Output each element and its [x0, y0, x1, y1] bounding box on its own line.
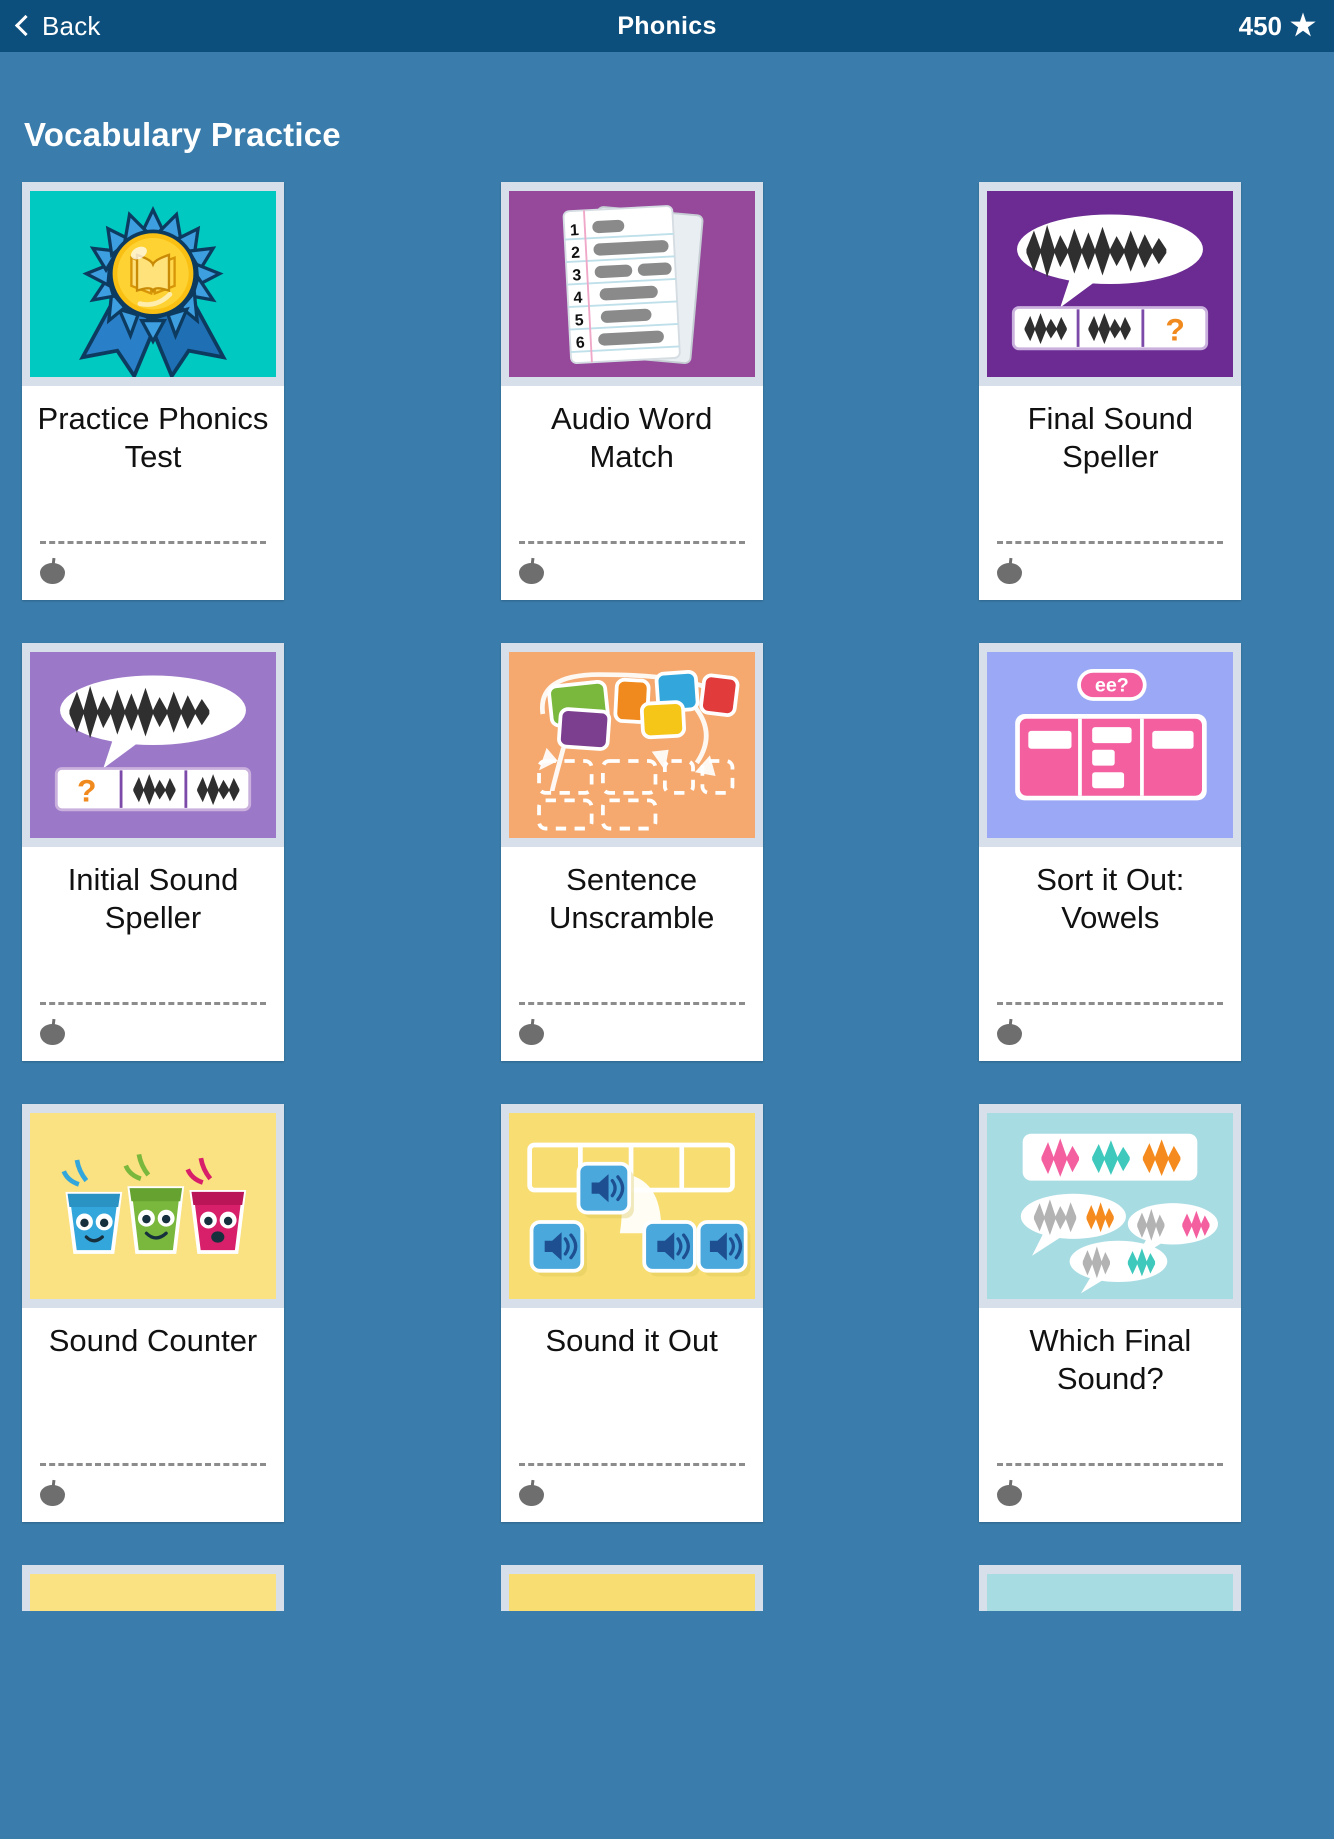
card-body: Sound it Out: [501, 1308, 763, 1522]
activity-label: Sort it Out: Vowels: [1036, 862, 1185, 935]
score-value: 450: [1238, 10, 1282, 41]
waveform-bubbles-icon: [987, 1113, 1234, 1299]
thumbnail-frame: [979, 1565, 1242, 1611]
progress-row: [989, 1005, 1231, 1061]
badge-text: ee?: [1095, 674, 1129, 696]
activity-card-sound-it-out[interactable]: Sound it Out: [500, 1104, 763, 1522]
score-display[interactable]: 450 ★: [1239, 11, 1316, 42]
chevron-left-icon: [14, 14, 37, 37]
card-body: Audio Word Match: [501, 386, 763, 600]
activity-label: Sentence Unscramble: [548, 862, 715, 935]
thumbnail-frame: [979, 1104, 1242, 1308]
card-body: Which Final Sound?: [979, 1308, 1241, 1522]
word-tiles-arrows-icon: [508, 652, 755, 838]
activity-card-sort-it-out-vowels[interactable]: ee? Sort it Out: Vowels: [979, 643, 1242, 1061]
section-title: Vocabulary Practice: [24, 116, 341, 153]
star-icon: ★: [1290, 9, 1316, 42]
svg-text:6: 6: [575, 335, 585, 352]
speech-bubble-waveform-icon: ?: [987, 191, 1234, 377]
thumbnail-frame: ee?: [979, 643, 1242, 847]
award-ribbon-book-icon: [30, 191, 276, 377]
thumbnail-image: [30, 1574, 276, 1611]
speech-bubble-waveform-icon: ?: [30, 652, 276, 838]
thumbnail-frame: ?: [22, 643, 284, 847]
back-button-label: Back: [42, 10, 101, 41]
sorting-table-icon: ee?: [987, 652, 1234, 838]
apple-icon: [997, 1019, 1023, 1045]
activity-card-sentence-unscramble[interactable]: Sentence Unscramble: [500, 643, 763, 1061]
svg-text:5: 5: [574, 312, 584, 329]
apple-icon: [997, 558, 1023, 584]
progress-row: [989, 544, 1231, 600]
thumbnail-frame: [500, 643, 763, 847]
thumbnail-frame: ?: [979, 182, 1242, 386]
card-body: Final Sound Speller: [979, 386, 1241, 600]
activity-card-sound-counter[interactable]: Sound Counter: [22, 1104, 284, 1522]
three-characters-icon: [30, 1113, 276, 1299]
activity-label: Audio Word Match: [550, 401, 713, 474]
svg-text:3: 3: [572, 267, 582, 284]
numbered-worksheet-icon: 1 2 3 4 5 6: [508, 191, 755, 377]
apple-icon: [518, 1019, 544, 1045]
page-content: Vocabulary Practice Practice Phonics Tes…: [0, 116, 1334, 1611]
card-body: Sort it Out: Vowels: [979, 847, 1241, 1061]
svg-text:1: 1: [569, 222, 579, 239]
activity-card-partial[interactable]: [979, 1565, 1242, 1611]
question-mark-label: ?: [77, 772, 97, 808]
activity-card-which-final-sound[interactable]: Which Final Sound?: [979, 1104, 1242, 1522]
thumbnail-frame: [22, 182, 284, 386]
activity-label: Which Final Sound?: [1029, 1323, 1192, 1396]
thumbnail-frame: [22, 1104, 284, 1308]
question-mark-label: ?: [1166, 311, 1186, 347]
apple-icon: [40, 1480, 65, 1506]
apple-icon: [518, 558, 544, 584]
apple-icon: [40, 1019, 65, 1045]
activity-card-initial-sound-speller[interactable]: ? Initial Sound Speller: [22, 643, 284, 1061]
activity-card-partial[interactable]: [22, 1565, 284, 1611]
activity-card-practice-phonics-test[interactable]: Practice Phonics Test: [22, 182, 284, 600]
activity-label: Practice Phonics Test: [37, 401, 269, 474]
svg-text:4: 4: [573, 290, 583, 307]
progress-row: [32, 1005, 274, 1061]
page-title: Phonics: [617, 11, 717, 40]
svg-text:2: 2: [570, 245, 580, 262]
activity-label: Sound Counter: [48, 1323, 258, 1358]
progress-row: [511, 1466, 753, 1522]
activity-label: Initial Sound Speller: [67, 862, 239, 935]
card-body: Sentence Unscramble: [501, 847, 763, 1061]
progress-row: [511, 1005, 753, 1061]
activity-grid: Practice Phonics Test 1 2 3 4 5 6 Audio …: [22, 182, 1312, 1522]
back-button[interactable]: Back: [14, 10, 101, 42]
activity-card-audio-word-match[interactable]: 1 2 3 4 5 6 Audio Word Match: [500, 182, 763, 600]
activity-card-partial[interactable]: [500, 1565, 763, 1611]
thumbnail-frame: [500, 1565, 763, 1611]
progress-row: [989, 1466, 1231, 1522]
card-body: Practice Phonics Test: [22, 386, 284, 600]
progress-row: [32, 1466, 274, 1522]
card-body: Initial Sound Speller: [22, 847, 284, 1061]
apple-icon: [518, 1480, 544, 1506]
thumbnail-image: [987, 1574, 1234, 1611]
top-navigation-bar: Back Phonics 450 ★: [0, 0, 1334, 52]
activity-label: Sound it Out: [545, 1323, 718, 1358]
thumbnail-frame: 1 2 3 4 5 6: [500, 182, 763, 386]
card-body: Sound Counter: [22, 1308, 284, 1522]
apple-icon: [997, 1480, 1023, 1506]
progress-row: [511, 544, 753, 600]
badge: ee?: [1077, 668, 1147, 701]
apple-icon: [40, 558, 65, 584]
activity-grid-next-row-partial: [22, 1565, 1312, 1611]
progress-row: [32, 544, 274, 600]
thumbnail-image: [508, 1574, 755, 1611]
activity-label: Final Sound Speller: [1027, 401, 1194, 474]
speaker-tiles-icon: [508, 1113, 755, 1299]
activity-card-final-sound-speller[interactable]: ? Final Sound Speller: [979, 182, 1242, 600]
thumbnail-frame: [500, 1104, 763, 1308]
thumbnail-frame: [22, 1565, 284, 1611]
